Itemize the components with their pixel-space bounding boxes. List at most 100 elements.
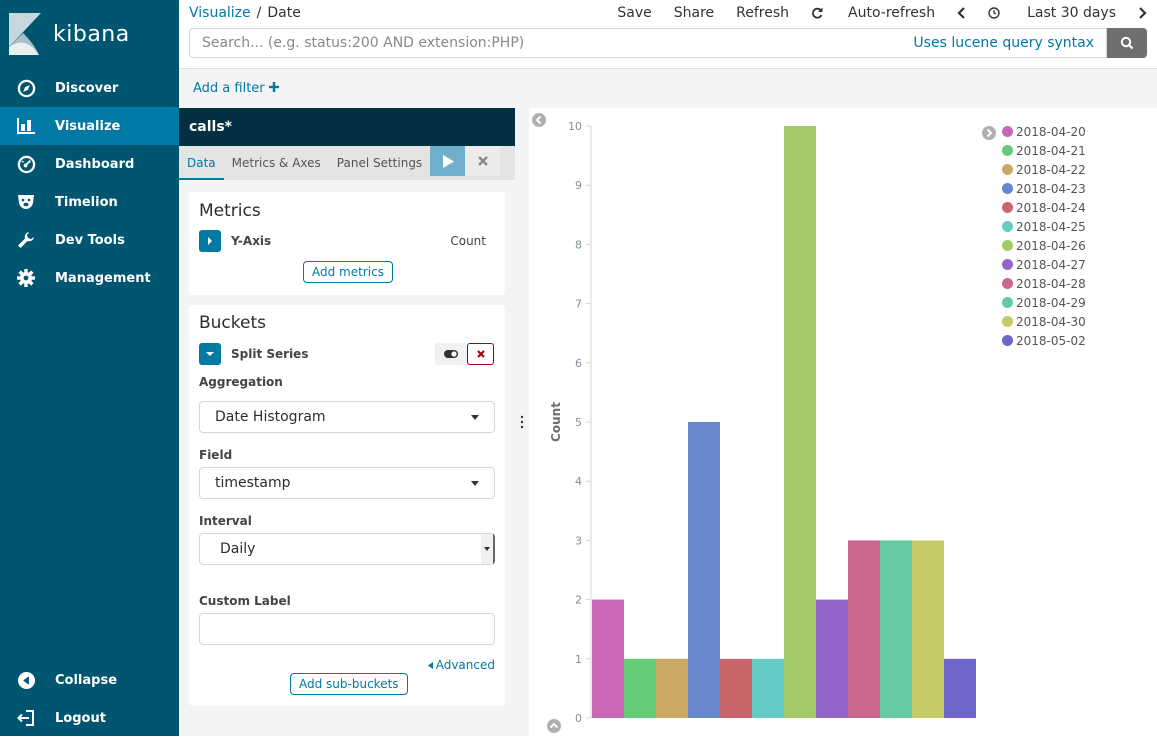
sidebar-item-label: Discover [55,80,119,96]
sidebar-item-dashboard[interactable]: Dashboard [0,145,179,183]
bar-2018-04-26[interactable] [784,126,816,718]
top-bar: Visualize / Date Save Share Refresh Auto-r… [179,0,1157,68]
bar-2018-04-27[interactable] [816,599,848,718]
tab-data[interactable]: Data [179,146,224,180]
legend-label: 2018-04-20 [1016,124,1086,139]
legend-color-dot [1002,164,1013,175]
custom-label-input[interactable] [199,613,495,645]
y-tick-label: 5 [575,416,582,429]
time-prev-button[interactable] [957,5,966,21]
aggregation-select[interactable]: Date Histogram [199,401,495,433]
bar-2018-04-20[interactable] [592,599,624,718]
legend-item[interactable]: 2018-04-29 [1002,293,1086,312]
sidebar-logout[interactable]: Logout [0,699,179,737]
tab-panel-settings[interactable]: Panel Settings [329,146,430,180]
legend-item[interactable]: 2018-04-26 [1002,236,1086,255]
search-button[interactable] [1107,28,1147,58]
add-sub-buckets-button[interactable]: Add sub-buckets [290,673,408,695]
bar-2018-04-23[interactable] [688,422,720,718]
interval-label: Interval [199,514,252,528]
sidebar-item-dev-tools[interactable]: Dev Tools [0,221,179,259]
bar-2018-04-22[interactable] [656,658,688,718]
interval-select[interactable]: Daily [199,533,495,565]
add-filter-button[interactable]: Add a filter [193,81,279,96]
breadcrumb: Visualize / Date [189,5,301,21]
y-axis-aggregation: Count [450,234,486,248]
bar-chart-icon [16,116,36,136]
y-axis-title: Count [549,402,563,442]
caret-left-icon [427,661,433,669]
bar-2018-04-29[interactable] [880,540,912,718]
field-label: Field [199,448,233,462]
legend-item[interactable]: 2018-04-22 [1002,160,1086,179]
sidebar-item-management[interactable]: Management [0,259,179,297]
bar-2018-04-24[interactable] [720,658,752,718]
legend-label: 2018-04-22 [1016,162,1086,177]
save-button[interactable]: Save [617,5,651,21]
bear-face-icon [16,192,36,212]
bar-2018-04-30[interactable] [912,540,944,718]
collapse-split-series-button[interactable] [199,343,221,365]
time-picker-button[interactable]: Last 30 days [988,5,1116,21]
caret-down-icon [484,547,490,551]
collapse-x-axis-button[interactable] [547,719,561,733]
legend-item[interactable]: 2018-04-23 [1002,179,1086,198]
wrench-icon [16,230,36,250]
bar-2018-05-02[interactable] [944,658,976,718]
y-tick-label: 7 [575,298,582,311]
kibana-logo-icon [9,13,41,55]
caret-right-icon [208,237,212,245]
add-metrics-button[interactable]: Add metrics [303,261,393,283]
collapse-arrow-icon [16,670,36,690]
legend-item[interactable]: 2018-05-02 [1002,331,1086,350]
auto-refresh-button[interactable]: Auto-refresh [811,5,935,21]
buckets-title: Buckets [199,313,267,333]
legend-item[interactable]: 2018-04-24 [1002,198,1086,217]
remove-bucket-button[interactable] [467,343,494,365]
custom-label-label: Custom Label [199,594,291,608]
y-axis: 0 1 2 3 4 5 6 7 8 9 10 [568,120,592,725]
buckets-card: Buckets Split Series Aggregation Date Hi… [189,305,505,706]
lucene-syntax-link[interactable]: Uses lucene query syntax [913,35,1094,51]
sidebar-item-label: Dashboard [55,156,135,172]
legend-item[interactable]: 2018-04-30 [1002,312,1086,331]
refresh-button[interactable]: Refresh [736,5,789,21]
sidebar-collapse[interactable]: Collapse [0,661,179,699]
toggle-bucket-button[interactable] [435,343,467,365]
compass-icon [16,78,36,98]
refresh-icon [812,7,823,19]
tab-metrics-axes[interactable]: Metrics & Axes [224,146,329,180]
toggle-legend-button[interactable] [982,126,996,140]
time-next-button[interactable] [1138,5,1147,21]
sidebar-item-timelion[interactable]: Timelion [0,183,179,221]
advanced-toggle-link[interactable]: Advanced [427,658,495,672]
share-button[interactable]: Share [674,5,714,21]
collapse-y-axis-button[interactable] [532,113,546,127]
y-tick-label: 1 [575,653,582,666]
sidebar-item-visualize[interactable]: Visualize [0,107,179,145]
bar-2018-04-28[interactable] [848,540,880,718]
bar-2018-04-25[interactable] [752,658,784,718]
legend-item[interactable]: 2018-04-20 [1002,122,1086,141]
discard-changes-button[interactable] [465,146,500,176]
editor-tabs: Data Metrics & Axes Panel Settings [179,146,515,180]
legend-item[interactable]: 2018-04-27 [1002,255,1086,274]
legend-item[interactable]: 2018-04-25 [1002,217,1086,236]
legend-item[interactable]: 2018-04-21 [1002,141,1086,160]
search-input[interactable]: Search... (e.g. status:200 AND extension… [189,28,1107,58]
search-placeholder: Search... (e.g. status:200 AND extension… [202,35,525,51]
legend-item[interactable]: 2018-04-28 [1002,274,1086,293]
apply-changes-button[interactable] [430,146,465,176]
field-select[interactable]: timestamp [199,467,495,499]
top-menu: Save Share Refresh Auto-refresh Last 30 … [595,5,1147,21]
legend-label: 2018-04-29 [1016,295,1086,310]
legend-label: 2018-04-23 [1016,181,1086,196]
auto-refresh-label: Auto-refresh [848,5,936,21]
breadcrumb-visualize-link[interactable]: Visualize [189,5,251,21]
sidebar-item-discover[interactable]: Discover [0,69,179,107]
expand-y-axis-button[interactable] [199,230,221,252]
search-icon [1120,36,1134,50]
bar-2018-04-21[interactable] [624,658,656,718]
kibana-logo[interactable]: kibana [9,13,159,55]
legend-color-dot [1002,316,1013,327]
